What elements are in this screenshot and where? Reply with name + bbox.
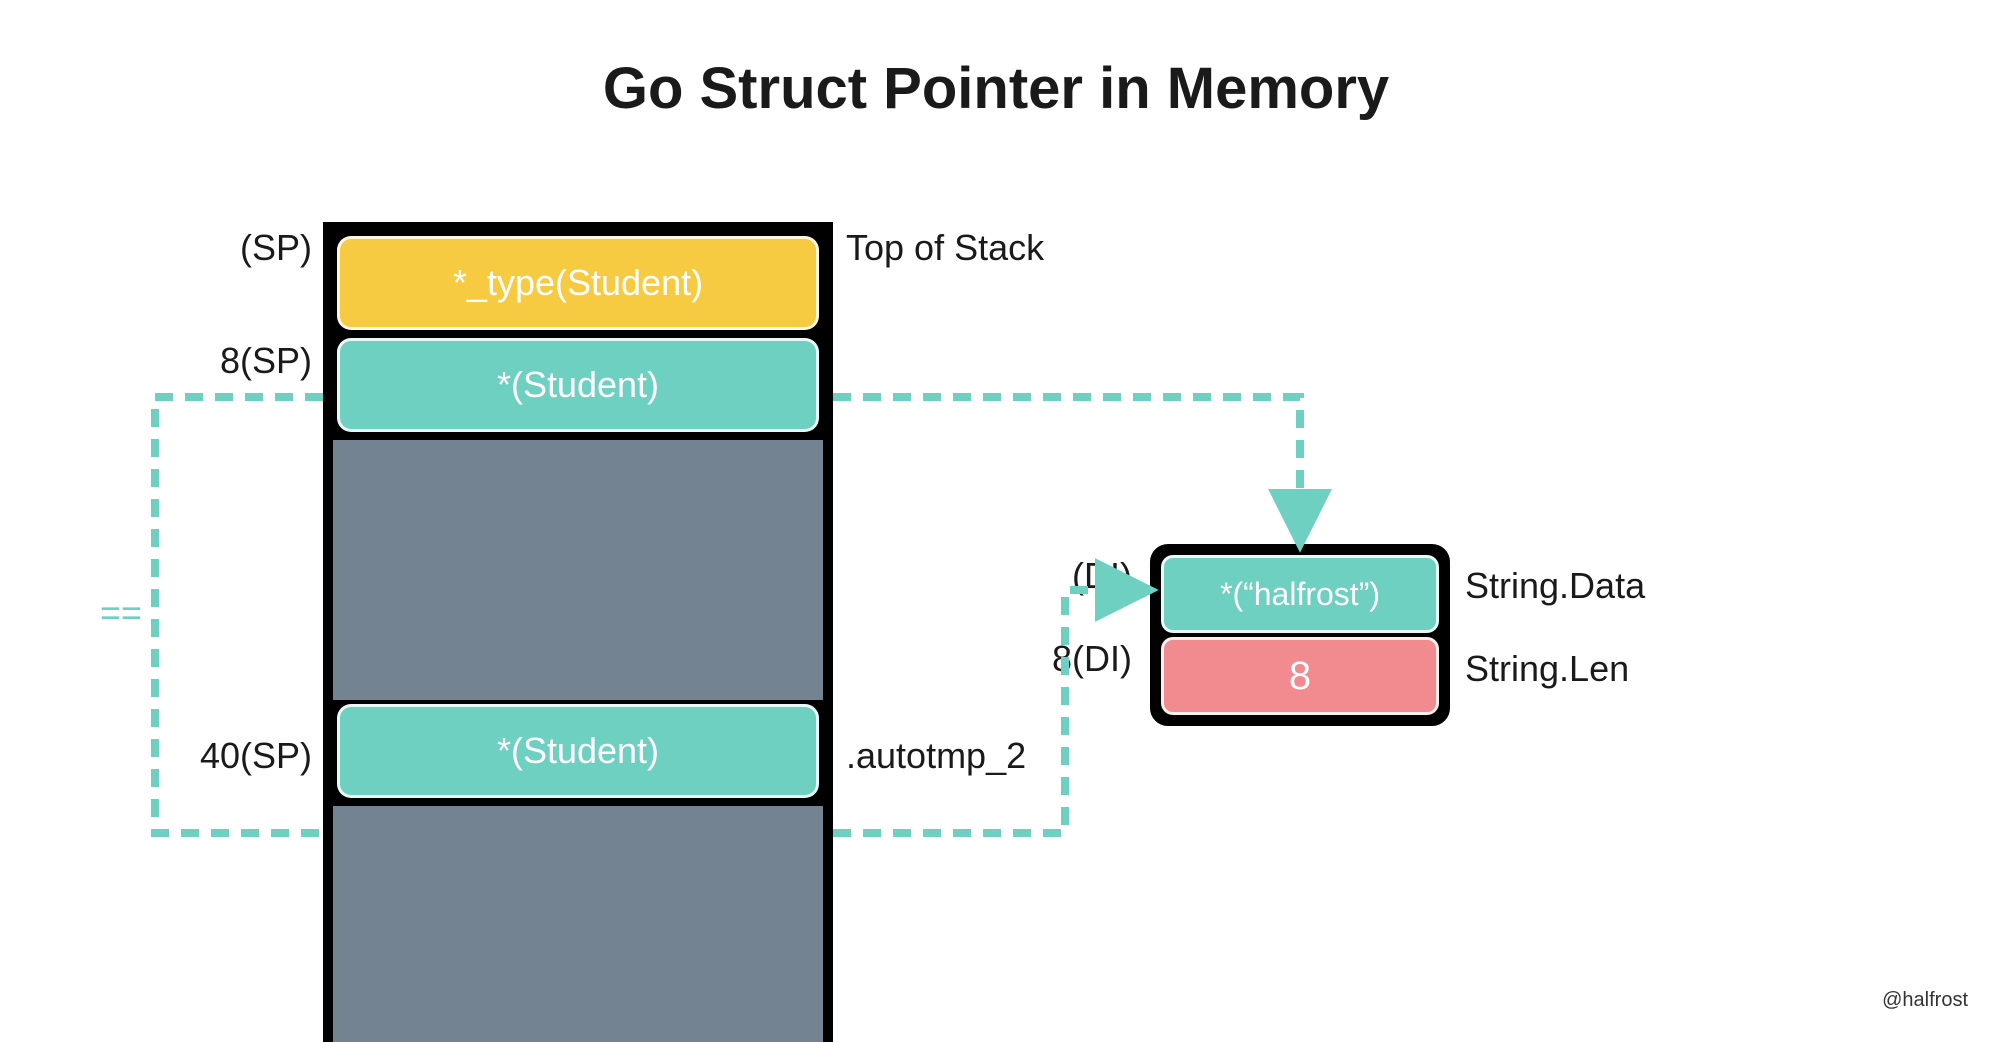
label-sp: (SP) xyxy=(240,227,312,269)
stack-cell-student-ptr-1: *(Student) xyxy=(337,338,819,432)
label-top-of-stack: Top of Stack xyxy=(846,227,1044,269)
diagram-title: Go Struct Pointer in Memory xyxy=(603,55,1389,122)
label-eq: == xyxy=(100,592,142,634)
heap-box: *(“halfrost”) 8 xyxy=(1150,544,1450,726)
heap-cell-data: *(“halfrost”) xyxy=(1161,555,1439,633)
stack-cell-gap-2 xyxy=(333,806,823,1042)
stack-column: *_type(Student) *(Student) *(Student) xyxy=(323,222,833,1042)
connector-lines xyxy=(0,0,1992,1026)
label-8sp: 8(SP) xyxy=(220,340,312,382)
label-autotmp: .autotmp_2 xyxy=(846,735,1026,777)
stack-cell-type-student: *_type(Student) xyxy=(337,236,819,330)
watermark: @halfrost xyxy=(1882,989,1968,1012)
label-string-data: String.Data xyxy=(1465,565,1645,607)
label-40sp: 40(SP) xyxy=(200,735,312,777)
stack-cell-student-ptr-2: *(Student) xyxy=(337,704,819,798)
stack-cell-gap-1 xyxy=(333,440,823,700)
heap-cell-len: 8 xyxy=(1161,637,1439,715)
label-string-len: String.Len xyxy=(1465,648,1629,690)
label-di: (DI) xyxy=(1072,555,1132,597)
label-8di: 8(DI) xyxy=(1052,638,1132,680)
